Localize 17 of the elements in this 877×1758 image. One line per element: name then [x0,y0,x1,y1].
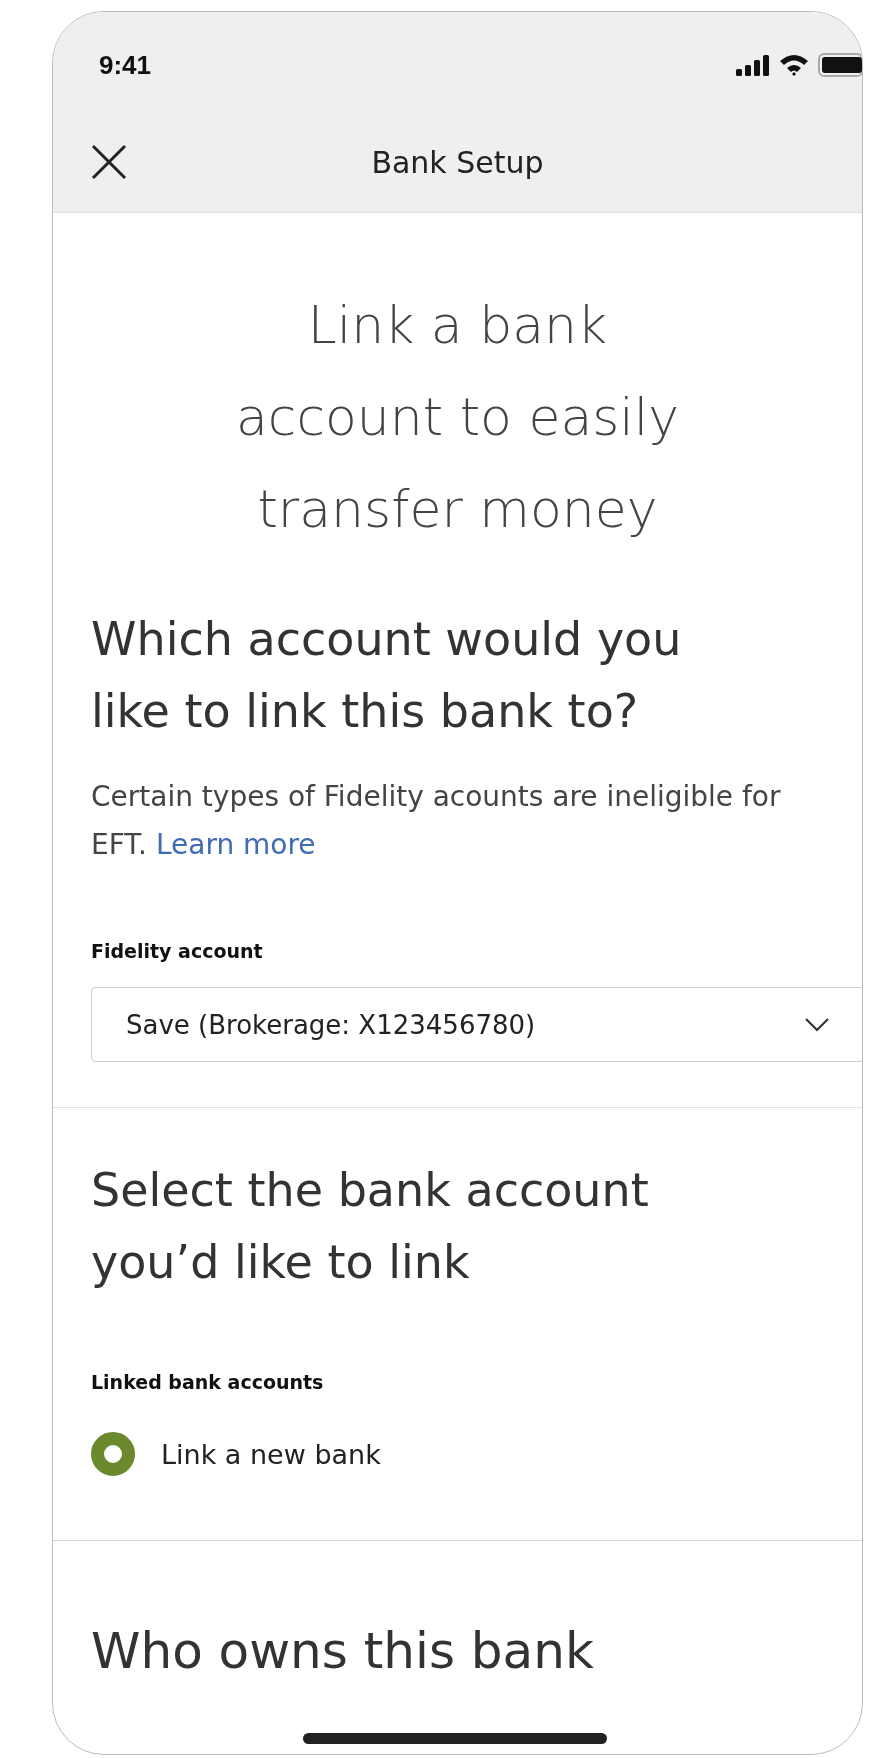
status-time: 9:41 [99,49,152,81]
signal-icon [736,54,770,76]
section-heading: Select the bank account you’d like to link [91,1162,650,1291]
group-label: Linked bank accounts [91,1370,325,1395]
wifi-icon [778,53,810,77]
radio-option[interactable]: Link a new bank [91,1432,381,1476]
close-button[interactable] [91,144,127,180]
learn-more-link[interactable]: Learn more [155,828,316,861]
field-label: Fidelity account [91,939,264,964]
battery-icon [818,53,862,77]
screen-title: Bank Setup [371,144,544,180]
section-heading: Who owns this bank [91,1621,595,1682]
description-text: Certain types of Fidelity acounts are ineligible for EFT. Learn more [91,779,782,863]
headline: Link a bank account to easily transfer money [234,294,680,541]
account-dropdown[interactable]: Save (Brokerage: X123456780) [91,987,862,1062]
section-heading: Which account would you like to link this bank to? [91,611,683,740]
chevron-down-icon [805,1017,829,1032]
